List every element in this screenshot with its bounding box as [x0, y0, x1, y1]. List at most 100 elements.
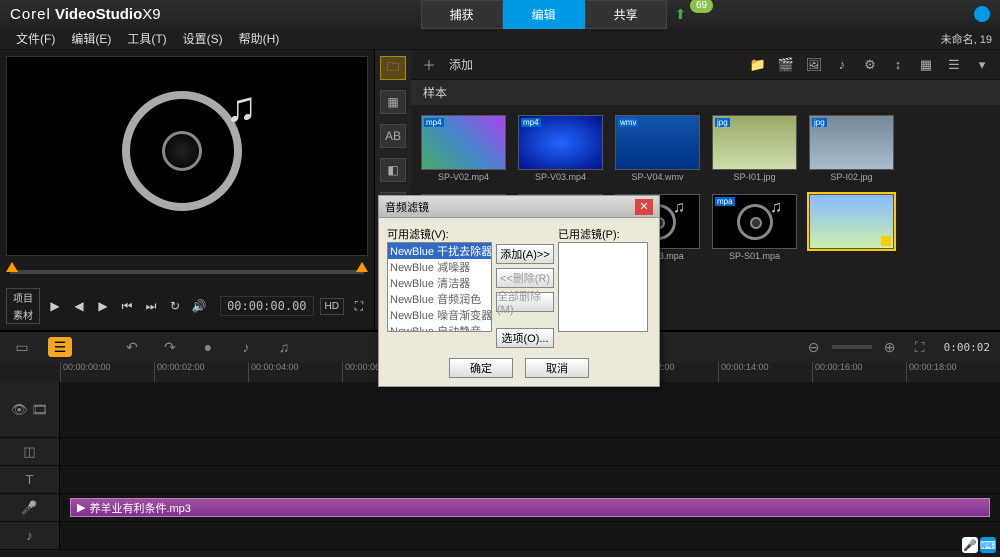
filter-list-item[interactable]: NewBlue 减噪器: [388, 259, 491, 275]
record-button[interactable]: ●: [196, 337, 220, 357]
player-timecode[interactable]: 00:00:00.00: [220, 296, 313, 316]
library-thumb[interactable]: [809, 194, 894, 261]
audio-clip[interactable]: ▶养羊业有利条件.mp3: [70, 498, 990, 517]
zoom-in-button[interactable]: ⊕: [878, 337, 902, 357]
import-icon[interactable]: 📁: [748, 55, 768, 75]
library-toolbar: ＋ 添加 📁 🎬 🖼 ♪ ⚙ ↕ ▦ ☰ ▾: [411, 50, 1000, 80]
category-media[interactable]: 🗀: [380, 56, 406, 80]
dialog-title-text: 音频滤镜: [385, 199, 429, 215]
overlay-track[interactable]: ◫: [0, 438, 1000, 466]
filter-video-icon[interactable]: 🎬: [776, 55, 796, 75]
library-thumb[interactable]: wmvSP-V04.wmv: [615, 115, 700, 182]
dialog-titlebar[interactable]: 音频滤镜 ✕: [379, 196, 659, 218]
player-mode-project[interactable]: 项目: [7, 289, 39, 306]
overlay-icon: ◫: [23, 444, 35, 460]
timeline-tracks: 👁🎞 ◫ T 🎤 ▶养羊业有利条件.mp3 ♪: [0, 382, 1000, 550]
zoom-slider[interactable]: [832, 345, 872, 349]
menu-file[interactable]: 文件(F): [8, 30, 63, 47]
music-icon: ♪: [26, 528, 33, 543]
video-track[interactable]: 👁🎞: [0, 382, 1000, 438]
next-frame-button[interactable]: ▶: [94, 297, 112, 315]
remove-all-button[interactable]: 全部删除(M): [496, 292, 554, 312]
voice-track[interactable]: 🎤 ▶养羊业有利条件.mp3: [0, 494, 1000, 522]
title-track-icon: T: [26, 472, 34, 487]
category-transition[interactable]: ▦: [380, 90, 406, 114]
document-title: 未命名, 19: [941, 31, 992, 47]
remove-filter-button[interactable]: <<删除(R): [496, 268, 554, 288]
add-label: 添加: [449, 56, 473, 73]
tab-capture[interactable]: 捕获: [421, 0, 503, 29]
filter-list-item[interactable]: NewBlue 清洁器: [388, 275, 491, 291]
play-button[interactable]: ▶: [46, 297, 64, 315]
category-graphic[interactable]: ◧: [380, 158, 406, 182]
zoom-out-button[interactable]: ⊖: [802, 337, 826, 357]
scrub-bar[interactable]: [10, 264, 364, 280]
upload-icon[interactable]: ⬆: [675, 6, 687, 23]
undo-button[interactable]: ↶: [120, 337, 144, 357]
start-button[interactable]: ⏮: [118, 297, 136, 315]
tab-edit[interactable]: 编辑: [503, 0, 585, 29]
filter-list-item[interactable]: NewBlue 噪音渐变器: [388, 307, 491, 323]
filter-list-item[interactable]: NewBlue 自动静音: [388, 323, 491, 332]
ok-button[interactable]: 确定: [449, 358, 513, 378]
library-thumb[interactable]: mp4SP-V02.mp4: [421, 115, 506, 182]
cancel-button[interactable]: 取消: [525, 358, 589, 378]
view-list-icon[interactable]: ☰: [944, 55, 964, 75]
notification-badge[interactable]: 69: [690, 0, 713, 13]
audio-mixer-button[interactable]: ♪: [234, 337, 258, 357]
player-mode-clip[interactable]: 素材: [7, 306, 39, 323]
prev-frame-button[interactable]: ◀: [70, 297, 88, 315]
menu-settings[interactable]: 设置(S): [175, 30, 231, 47]
library-thumb[interactable]: jpgSP-I01.jpg: [712, 115, 797, 182]
options-icon[interactable]: ⚙: [860, 55, 880, 75]
film-icon: 🎞: [32, 402, 49, 418]
app-logo: Corel VideoStudioX9: [10, 6, 161, 23]
library-thumb[interactable]: ♫mpaSP-S01.mpa: [712, 194, 797, 261]
menu-tools[interactable]: 工具(T): [119, 30, 174, 47]
eye-icon[interactable]: 👁: [11, 402, 28, 418]
storyboard-view-button[interactable]: ▭: [10, 337, 34, 357]
music-track[interactable]: ♪: [0, 522, 1000, 550]
fit-button[interactable]: ⛶: [908, 337, 932, 357]
options-button[interactable]: 选项(O)...: [496, 328, 554, 348]
preview-viewport[interactable]: ♫: [6, 56, 368, 256]
filter-audio-icon[interactable]: ♪: [832, 55, 852, 75]
add-folder-button[interactable]: ＋: [419, 55, 439, 75]
preview-panel: ♫ 项目 素材 ▶ ◀ ▶ ⏮ ⏭ ↻ 🔊 00:00:00.00 HD ⛶: [0, 50, 375, 330]
mic-icon: 🎤: [21, 500, 37, 516]
filter-list-item[interactable]: NewBlue 干扰去除器: [388, 243, 491, 259]
menu-edit[interactable]: 编辑(E): [63, 30, 119, 47]
library-thumb[interactable]: mp4SP-V03.mp4: [518, 115, 603, 182]
library-thumb[interactable]: jpgSP-I02.jpg: [809, 115, 894, 182]
tab-share[interactable]: 共享: [585, 0, 667, 29]
timeline-view-button[interactable]: ☰: [48, 337, 72, 357]
used-filters-label: 已用滤镜(P):: [558, 226, 648, 242]
used-filters-list[interactable]: [558, 242, 648, 332]
end-button[interactable]: ⏭: [142, 297, 160, 315]
redo-button[interactable]: ↷: [158, 337, 182, 357]
workspace-tabs: 捕获 编辑 共享: [421, 0, 667, 29]
add-filter-button[interactable]: 添加(A)>>: [496, 244, 554, 264]
available-filters-list[interactable]: NewBlue 干扰去除器NewBlue 减噪器NewBlue 清洁器NewBl…: [387, 242, 492, 332]
title-track[interactable]: T: [0, 466, 1000, 494]
globe-icon[interactable]: [974, 6, 990, 22]
category-title[interactable]: AB: [380, 124, 406, 148]
timeline-timecode[interactable]: 0:00:02: [944, 341, 990, 354]
input-indicator[interactable]: 🎤 ⌨: [962, 537, 996, 553]
volume-button[interactable]: 🔊: [190, 297, 208, 315]
audio-placeholder-icon: ♫: [122, 91, 252, 221]
view-large-icon[interactable]: ▦: [916, 55, 936, 75]
filter-list-item[interactable]: NewBlue 音频润色: [388, 291, 491, 307]
hd-indicator[interactable]: HD: [320, 298, 344, 315]
auto-music-button[interactable]: ♫: [272, 337, 296, 357]
sort-icon[interactable]: ↕: [888, 55, 908, 75]
fullscreen-button[interactable]: ⛶: [350, 297, 368, 315]
menu-help[interactable]: 帮助(H): [231, 30, 288, 47]
filter-photo-icon[interactable]: 🖼: [804, 55, 824, 75]
collapse-icon[interactable]: ▾: [972, 55, 992, 75]
library-folder-sample[interactable]: 样本: [411, 80, 1000, 105]
dialog-close-button[interactable]: ✕: [635, 199, 653, 215]
player-controls: 项目 素材 ▶ ◀ ▶ ⏮ ⏭ ↻ 🔊 00:00:00.00 HD ⛶: [6, 288, 368, 324]
audio-filter-dialog: 音频滤镜 ✕ 可用滤镜(V): NewBlue 干扰去除器NewBlue 减噪器…: [378, 195, 660, 387]
loop-button[interactable]: ↻: [166, 297, 184, 315]
